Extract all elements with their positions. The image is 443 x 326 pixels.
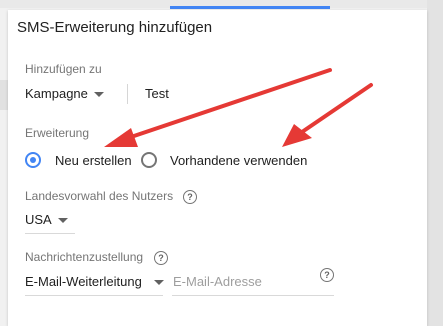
background-row: [0, 80, 8, 110]
chevron-down-icon: [93, 92, 104, 97]
add-to-label: Hinzufügen zu: [25, 62, 102, 76]
country-underline: [25, 233, 75, 234]
chevron-down-icon: [153, 280, 164, 285]
screen: SMS-Erweiterung hinzufügen Hinzufügen zu…: [0, 0, 443, 326]
question-circle-icon[interactable]: ?: [183, 190, 197, 204]
active-tab-indicator: [170, 6, 330, 9]
field-divider: [127, 84, 128, 104]
radio-create-new-label[interactable]: Neu erstellen: [55, 153, 132, 168]
level-dropdown[interactable]: Kampagne: [25, 86, 104, 101]
radio-create-new[interactable]: [25, 152, 41, 168]
email-address-field[interactable]: E-Mail-Adresse: [173, 274, 262, 289]
delivery-method-dropdown[interactable]: E-Mail-Weiterleitung: [25, 274, 164, 289]
country-dropdown[interactable]: USA: [25, 212, 68, 227]
level-dropdown-value: Kampagne: [25, 86, 88, 101]
country-dropdown-value: USA: [25, 212, 52, 227]
delivery-method-value: E-Mail-Weiterleitung: [25, 274, 142, 289]
question-circle-icon[interactable]: ?: [320, 268, 334, 282]
country-code-label: Landesvorwahl des Nutzers: [25, 189, 174, 203]
campaign-name: Test: [145, 86, 169, 101]
question-circle-icon[interactable]: ?: [154, 251, 168, 265]
radio-use-existing-label[interactable]: Vorhandene verwenden: [170, 153, 307, 168]
chevron-down-icon: [57, 218, 68, 223]
panel-title: SMS-Erweiterung hinzufügen: [17, 19, 213, 36]
delivery-label: Nachrichtenzustellung: [25, 250, 144, 264]
email-underline: [172, 295, 334, 296]
right-edge: [427, 0, 443, 326]
delivery-method-underline: [25, 295, 163, 296]
extension-label: Erweiterung: [25, 126, 90, 140]
radio-use-existing[interactable]: [141, 152, 157, 168]
